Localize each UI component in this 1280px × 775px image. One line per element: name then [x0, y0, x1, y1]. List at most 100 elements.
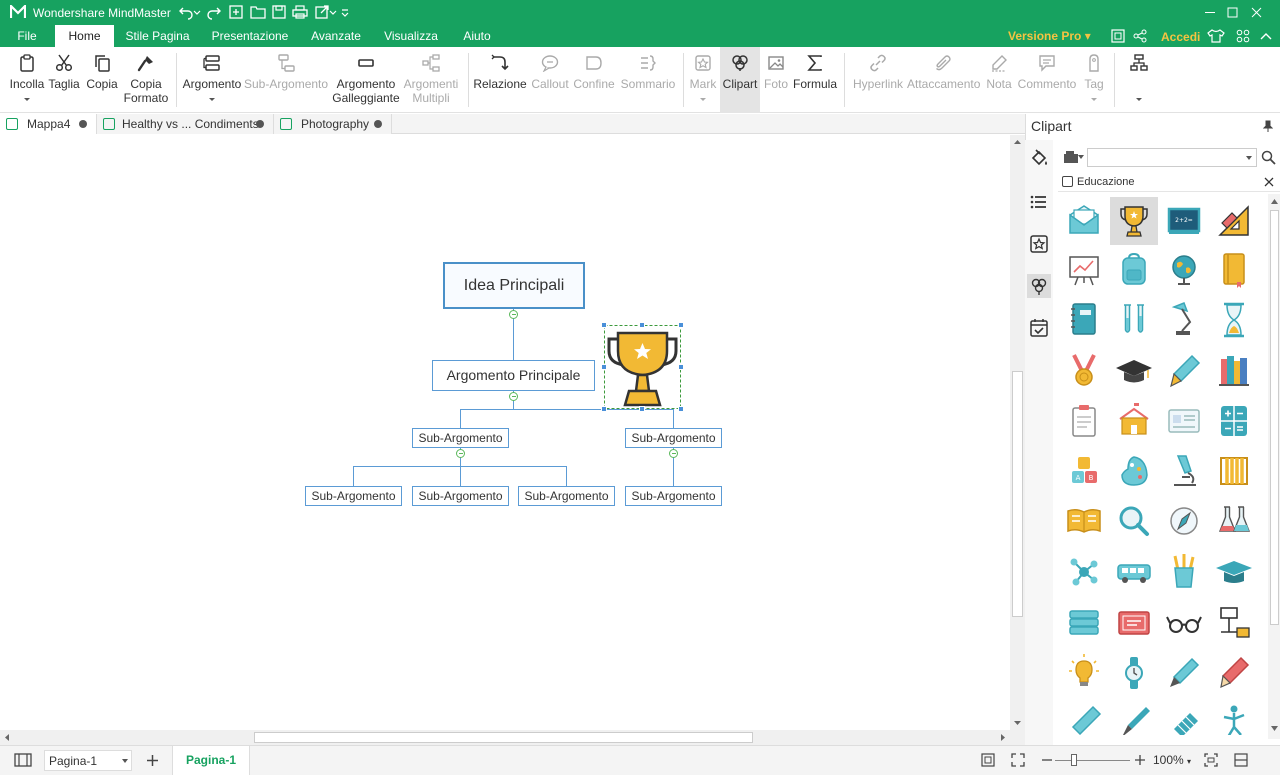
print-icon[interactable] [292, 4, 308, 20]
clipart-item[interactable] [1060, 699, 1108, 735]
clipart-item[interactable] [1060, 246, 1108, 294]
clipart-item[interactable] [1160, 246, 1208, 294]
page-select[interactable]: Pagina-1 [44, 750, 132, 771]
boundary-button[interactable]: Confine [573, 47, 615, 113]
clipart-item[interactable] [1110, 347, 1158, 395]
clipart-scroll-thumb[interactable] [1270, 210, 1279, 625]
scroll-up-icon[interactable] [1270, 198, 1279, 205]
close-tab-icon[interactable] [79, 120, 87, 128]
clipart-item[interactable] [1160, 347, 1208, 395]
close-tab-icon[interactable] [256, 120, 264, 128]
callout-button[interactable]: Callout [529, 47, 571, 113]
task-panel-button[interactable] [1027, 316, 1051, 340]
scroll-up-icon[interactable] [1013, 138, 1022, 146]
clipart-item[interactable] [1160, 447, 1208, 495]
mark-panel-button[interactable] [1027, 232, 1051, 256]
close-window-icon[interactable] [1234, 0, 1280, 25]
resize-handle[interactable] [678, 406, 684, 412]
clipart-item[interactable] [1110, 548, 1158, 596]
fit-window-icon[interactable] [1204, 753, 1218, 767]
subtopic-button[interactable]: Sub-Argomento [244, 47, 328, 113]
add-page-icon[interactable] [146, 754, 159, 767]
doc-tab-healthy[interactable]: Healthy vs ... Condiments [97, 114, 274, 134]
scroll-down-icon[interactable] [1270, 725, 1279, 732]
hyperlink-button[interactable]: Hyperlink [852, 47, 904, 113]
clipart-item[interactable] [1210, 649, 1258, 697]
paste-dropdown-icon[interactable] [24, 98, 30, 101]
login-button[interactable]: Accedi [1161, 30, 1200, 44]
collapse-toggle-icon[interactable] [509, 310, 518, 319]
fit-page-icon[interactable] [981, 753, 995, 767]
clipart-item[interactable] [1110, 649, 1158, 697]
close-tab-icon[interactable] [374, 120, 382, 128]
resize-handle[interactable] [639, 322, 645, 328]
new-file-icon[interactable] [228, 4, 244, 20]
resize-handle[interactable] [601, 406, 607, 412]
collapse-panel-icon[interactable] [1234, 753, 1248, 767]
subtopic[interactable]: Sub-Argomento [518, 486, 615, 506]
fullscreen-icon[interactable] [1111, 29, 1125, 43]
outline-panel-button[interactable] [1027, 190, 1051, 214]
clipart-item[interactable] [1060, 347, 1108, 395]
clipart-item[interactable] [1210, 397, 1258, 445]
clipart-item[interactable] [1210, 548, 1258, 596]
floating-topic-button[interactable]: Argomento Galleggiante [331, 47, 401, 113]
paste-button[interactable]: Incolla [6, 47, 48, 113]
clipart-item[interactable] [1210, 296, 1258, 344]
tab-file[interactable]: File [10, 25, 44, 47]
attachment-button[interactable]: Attaccamento [907, 47, 980, 113]
layout-dropdown-icon[interactable] [1136, 98, 1142, 101]
resize-handle[interactable] [678, 364, 684, 370]
clipart-item[interactable] [1160, 649, 1208, 697]
formula-button[interactable]: Formula [793, 47, 837, 113]
tag-button[interactable]: Tag [1082, 47, 1106, 113]
clipart-item[interactable] [1160, 548, 1208, 596]
clipart-item[interactable] [1210, 197, 1258, 245]
horizontal-scrollbar[interactable] [0, 730, 1025, 745]
redo-icon[interactable] [206, 4, 222, 20]
export-dropdown-icon[interactable] [329, 4, 337, 20]
clipart-item[interactable] [1060, 649, 1108, 697]
multiple-topics-button[interactable]: Argomenti Multipli [401, 47, 461, 113]
clipart-item[interactable] [1160, 296, 1208, 344]
mark-dropdown-icon[interactable] [700, 98, 706, 101]
clipart-search-input[interactable] [1087, 148, 1257, 167]
shirt-icon[interactable] [1207, 29, 1225, 43]
clipart-item[interactable]: AB [1060, 447, 1108, 495]
clipart-item[interactable] [1160, 699, 1208, 735]
tab-visualizza[interactable]: Visualizza [378, 25, 444, 47]
comment-button[interactable]: Commento [1017, 47, 1077, 113]
tab-stile-pagina[interactable]: Stile Pagina [120, 25, 195, 47]
clipart-item[interactable] [1210, 699, 1258, 735]
customize-toolbar-icon[interactable] [340, 4, 350, 20]
resize-handle[interactable] [601, 322, 607, 328]
open-folder-icon[interactable] [250, 4, 266, 20]
share-icon[interactable] [1133, 29, 1147, 43]
relationship-button[interactable]: Relazione [473, 47, 527, 113]
clipart-item[interactable]: 2+2= [1160, 197, 1208, 245]
clipart-item[interactable] [1160, 599, 1208, 647]
style-panel-button[interactable] [1027, 147, 1051, 171]
resize-handle[interactable] [678, 322, 684, 328]
collapse-toggle-icon[interactable] [669, 449, 678, 458]
clipart-item[interactable] [1060, 197, 1108, 245]
clipart-item[interactable] [1110, 447, 1158, 495]
pin-icon[interactable] [1263, 120, 1273, 132]
page-dropdown-icon[interactable] [122, 759, 128, 763]
clipart-item[interactable] [1110, 397, 1158, 445]
topic-button[interactable]: Argomento [181, 47, 243, 113]
collapse-toggle-icon[interactable] [456, 449, 465, 458]
library-icon[interactable] [1063, 150, 1079, 164]
search-icon[interactable] [1261, 150, 1276, 165]
clipart-item[interactable] [1110, 599, 1158, 647]
clipart-item[interactable] [1060, 548, 1108, 596]
resize-handle[interactable] [601, 364, 607, 370]
clipart-panel-button[interactable] [1027, 274, 1051, 298]
undo-icon[interactable] [178, 4, 194, 20]
tab-presentazione[interactable]: Presentazione [206, 25, 294, 47]
search-dropdown-icon[interactable] [1246, 156, 1252, 160]
apps-icon[interactable] [1236, 29, 1250, 43]
page-panel-icon[interactable] [14, 753, 32, 767]
zoom-in-icon[interactable] [1134, 754, 1146, 766]
topic-dropdown-icon[interactable] [209, 98, 215, 101]
